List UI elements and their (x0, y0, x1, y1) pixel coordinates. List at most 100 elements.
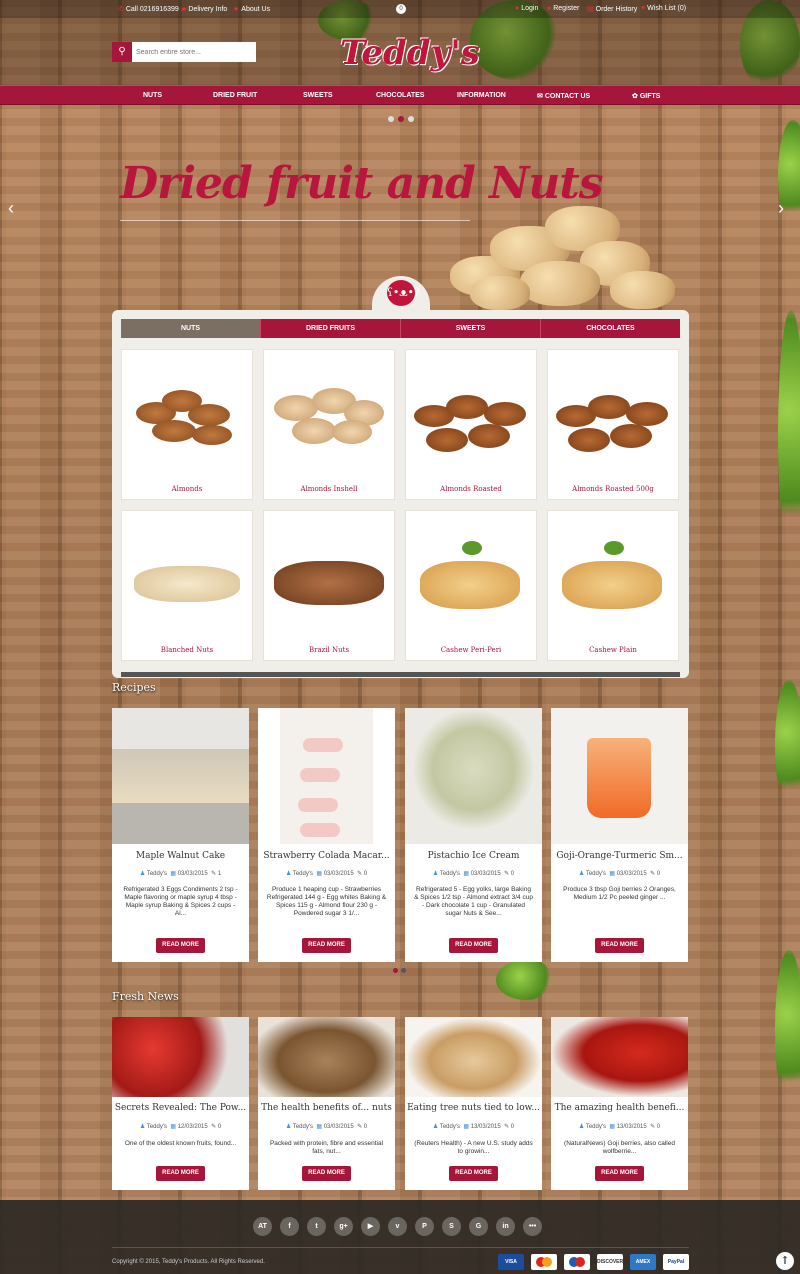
product-name[interactable]: Almonds Roasted 500g (548, 485, 678, 493)
nav-item-chocolates[interactable]: CHOCOLATES (376, 92, 424, 99)
news-image[interactable] (405, 1017, 542, 1097)
recipe-date: 03/03/2015 (470, 871, 501, 877)
slider-dot[interactable] (388, 116, 394, 122)
recipe-image[interactable] (258, 708, 395, 844)
product-card[interactable]: Almonds (121, 349, 253, 500)
search-icon[interactable]: ⚲ (112, 42, 132, 62)
product-name[interactable]: Almonds Roasted (406, 485, 536, 493)
wishlist-link[interactable]: ♥ Wish List (0) (641, 5, 686, 12)
product-card[interactable]: Cashew Peri-Peri (405, 510, 537, 661)
order-history-label: Order History (595, 6, 638, 13)
linkedin-icon[interactable]: in (496, 1217, 515, 1236)
panel-scrollbar[interactable] (121, 672, 680, 677)
news-author: Teddy's (146, 1124, 167, 1130)
skype-icon[interactable]: S (442, 1217, 461, 1236)
read-more-button[interactable]: READ MORE (302, 938, 351, 953)
product-name[interactable]: Cashew Plain (548, 646, 678, 654)
product-card[interactable]: Almonds Roasted 500g (547, 349, 679, 500)
grooveshark-icon[interactable]: G (469, 1217, 488, 1236)
recipe-image[interactable] (112, 708, 249, 844)
recipe-meta: ♟ Teddy's ▦ 03/03/2015 ✎ 1 (112, 870, 249, 877)
recipe-title[interactable]: Strawberry Colada Macar... (258, 851, 395, 861)
vimeo-icon[interactable]: v (388, 1217, 407, 1236)
news-author: Teddy's (585, 1124, 606, 1130)
recipe-title[interactable]: Maple Walnut Cake (112, 851, 249, 861)
comment-icon: ✎ (357, 871, 363, 877)
truck-icon: ▰ (181, 6, 187, 13)
back-to-top-button[interactable]: ↑ (776, 1252, 794, 1270)
recipe-image[interactable] (551, 708, 688, 844)
news-title-link[interactable]: Secrets Revealed: The Pow... (112, 1103, 249, 1113)
nav-item-contact-us[interactable]: ✉ CONTACT US (537, 92, 590, 100)
facebook-icon[interactable]: f (280, 1217, 299, 1236)
read-more-button[interactable]: READ MORE (449, 938, 498, 953)
twitter-icon[interactable]: t (307, 1217, 326, 1236)
nav-item-nuts[interactable]: NUTS (143, 92, 162, 99)
slider-prev-arrow[interactable]: ‹ (8, 198, 14, 219)
read-more-button[interactable]: READ MORE (302, 1166, 351, 1181)
news-title-link[interactable]: The health benefits of... nuts (258, 1103, 395, 1113)
product-name[interactable]: Brazil Nuts (264, 646, 394, 654)
pager-dot-active[interactable] (393, 968, 398, 973)
logo[interactable]: Teddy's (340, 24, 480, 82)
read-more-button[interactable]: READ MORE (595, 1166, 644, 1181)
product-card[interactable]: Almonds Roasted (405, 349, 537, 500)
slider-next-arrow[interactable]: › (778, 198, 784, 219)
youtube-icon[interactable]: ▶ (361, 1217, 380, 1236)
news-image[interactable] (258, 1017, 395, 1097)
news-meta: ♟ Teddy's ▦ 12/03/2015 ✎ 0 (112, 1123, 249, 1130)
pager-dot[interactable] (401, 968, 406, 973)
mastercard-icon (531, 1254, 557, 1270)
flickr-icon[interactable]: ••• (523, 1217, 542, 1236)
top-bar: ✆ Call 0216916399 ▰ Delivery Info ★ About U… (0, 0, 800, 18)
recipe-image[interactable] (405, 708, 542, 844)
nav-item-gifts[interactable]: ✿ GIFTS (632, 92, 660, 100)
nav-item-information[interactable]: INFORMATION (457, 92, 506, 99)
recipe-author: Teddy's (146, 871, 167, 877)
product-card[interactable]: Blanched Nuts (121, 510, 253, 661)
paypal-icon: PayPal (663, 1254, 689, 1270)
news-title-link[interactable]: The amazing health benefi... (551, 1103, 688, 1113)
pinterest-icon[interactable]: P (415, 1217, 434, 1236)
google-plus-icon[interactable]: g+ (334, 1217, 353, 1236)
cart-count-badge[interactable]: 0 (396, 4, 406, 14)
logo-text: Teddy's (340, 33, 480, 73)
nav-item-sweets[interactable]: SWEETS (303, 92, 333, 99)
product-name[interactable]: Cashew Peri-Peri (406, 646, 536, 654)
search-bar: ⚲ (112, 42, 256, 62)
product-name[interactable]: Blanched Nuts (122, 646, 252, 654)
delivery-info-link[interactable]: ▰ Delivery Info (181, 5, 227, 13)
read-more-button[interactable]: READ MORE (449, 1166, 498, 1181)
order-history-link[interactable]: ▤ Order History (587, 5, 637, 13)
product-card[interactable]: Brazil Nuts (263, 510, 395, 661)
calendar-icon: ▦ (316, 1124, 323, 1130)
slider-dot-active[interactable] (398, 116, 404, 122)
news-image[interactable] (112, 1017, 249, 1097)
product-name[interactable]: Almonds Inshell (264, 485, 394, 493)
product-name[interactable]: Almonds (122, 485, 252, 493)
login-link[interactable]: ● Login (515, 5, 538, 12)
tab-nuts[interactable]: NUTS (121, 319, 261, 338)
slider-dot[interactable] (408, 116, 414, 122)
read-more-button[interactable]: READ MORE (156, 1166, 205, 1181)
call-link[interactable]: ✆ Call 0216916399 (118, 5, 179, 13)
read-more-button[interactable]: READ MORE (595, 938, 644, 953)
nav-item-dried-fruit[interactable]: DRIED FRUIT (213, 92, 257, 99)
search-input[interactable] (132, 42, 256, 62)
tab-sweets[interactable]: SWEETS (401, 319, 541, 338)
about-us-link[interactable]: ★ About Us (233, 5, 270, 13)
news-image[interactable] (551, 1017, 688, 1097)
recipe-card: Maple Walnut Cake ♟ Teddy's ▦ 03/03/2015… (112, 708, 249, 962)
tab-dried-fruits[interactable]: DRIED FRUITS (261, 319, 401, 338)
tab-chocolates[interactable]: CHOCOLATES (541, 319, 680, 338)
register-link[interactable]: ● Register (547, 5, 579, 12)
product-card[interactable]: Cashew Plain (547, 510, 679, 661)
product-card[interactable]: Almonds Inshell (263, 349, 395, 500)
recipe-title[interactable]: Pistachio Ice Cream (405, 851, 542, 861)
recipe-date: 03/03/2015 (323, 871, 354, 877)
at-icon[interactable]: AT (253, 1217, 272, 1236)
read-more-button[interactable]: READ MORE (156, 938, 205, 953)
recipe-title[interactable]: Goji-Orange-Turmeric Sm... (551, 851, 688, 861)
news-title-link[interactable]: Eating tree nuts tied to low... (405, 1103, 542, 1113)
recipe-desc: Produce 3 tbsp Goji berries 2 Oranges, M… (563, 886, 676, 901)
